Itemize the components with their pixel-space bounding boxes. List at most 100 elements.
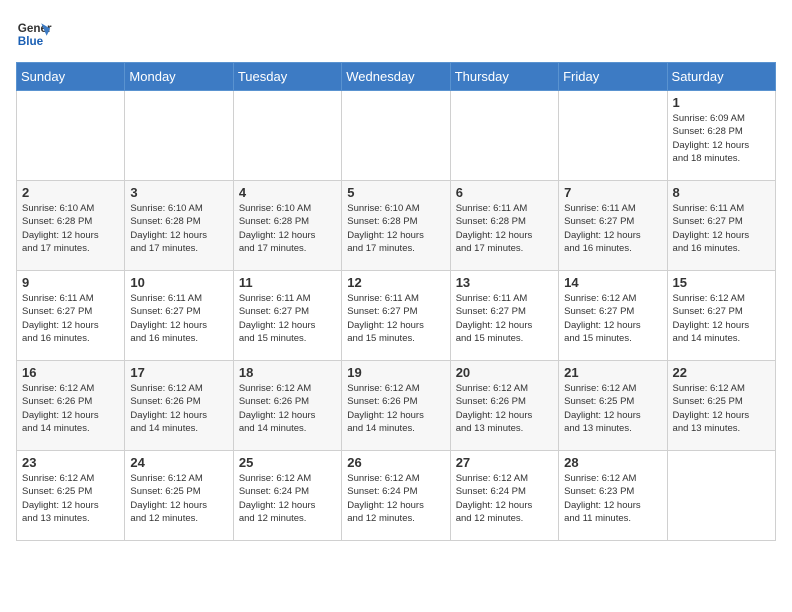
day-info: Sunrise: 6:11 AM Sunset: 6:27 PM Dayligh… bbox=[673, 202, 770, 255]
day-info: Sunrise: 6:12 AM Sunset: 6:25 PM Dayligh… bbox=[130, 472, 227, 525]
day-info: Sunrise: 6:10 AM Sunset: 6:28 PM Dayligh… bbox=[347, 202, 444, 255]
calendar-cell: 13 Sunrise: 6:11 AM Sunset: 6:27 PM Dayli… bbox=[450, 271, 558, 361]
day-info: Sunrise: 6:09 AM Sunset: 6:28 PM Dayligh… bbox=[673, 112, 770, 165]
calendar-cell: 26 Sunrise: 6:12 AM Sunset: 6:24 PM Dayli… bbox=[342, 451, 450, 541]
day-info: Sunrise: 6:12 AM Sunset: 6:26 PM Dayligh… bbox=[347, 382, 444, 435]
day-number: 11 bbox=[239, 275, 336, 290]
day-number: 20 bbox=[456, 365, 553, 380]
day-number: 26 bbox=[347, 455, 444, 470]
day-number: 6 bbox=[456, 185, 553, 200]
day-info: Sunrise: 6:12 AM Sunset: 6:25 PM Dayligh… bbox=[22, 472, 119, 525]
calendar-cell bbox=[233, 91, 341, 181]
weekday-header: Thursday bbox=[450, 63, 558, 91]
calendar-week-row: 23 Sunrise: 6:12 AM Sunset: 6:25 PM Dayli… bbox=[17, 451, 776, 541]
day-info: Sunrise: 6:12 AM Sunset: 6:24 PM Dayligh… bbox=[456, 472, 553, 525]
day-number: 10 bbox=[130, 275, 227, 290]
calendar-cell: 25Sunrise: 6:12 AM Sunset: 6:24 PM Dayli… bbox=[233, 451, 341, 541]
weekday-header: Saturday bbox=[667, 63, 775, 91]
calendar-cell: 21 Sunrise: 6:12 AM Sunset: 6:25 PM Dayli… bbox=[559, 361, 667, 451]
calendar-cell bbox=[342, 91, 450, 181]
calendar-cell: 2Sunrise: 6:10 AM Sunset: 6:28 PM Daylig… bbox=[17, 181, 125, 271]
calendar-cell: 14Sunrise: 6:12 AM Sunset: 6:27 PM Dayli… bbox=[559, 271, 667, 361]
day-info: Sunrise: 6:11 AM Sunset: 6:27 PM Dayligh… bbox=[130, 292, 227, 345]
calendar-cell bbox=[125, 91, 233, 181]
calendar-cell: 15 Sunrise: 6:12 AM Sunset: 6:27 PM Dayli… bbox=[667, 271, 775, 361]
logo: General Blue bbox=[16, 16, 56, 52]
calendar-cell bbox=[450, 91, 558, 181]
day-info: Sunrise: 6:11 AM Sunset: 6:27 PM Dayligh… bbox=[239, 292, 336, 345]
calendar-cell: 11 Sunrise: 6:11 AM Sunset: 6:27 PM Dayli… bbox=[233, 271, 341, 361]
day-info: Sunrise: 6:11 AM Sunset: 6:27 PM Dayligh… bbox=[22, 292, 119, 345]
day-number: 1 bbox=[673, 95, 770, 110]
weekday-header: Sunday bbox=[17, 63, 125, 91]
day-info: Sunrise: 6:11 AM Sunset: 6:28 PM Dayligh… bbox=[456, 202, 553, 255]
calendar-cell: 23 Sunrise: 6:12 AM Sunset: 6:25 PM Dayli… bbox=[17, 451, 125, 541]
day-number: 22 bbox=[673, 365, 770, 380]
day-info: Sunrise: 6:12 AM Sunset: 6:26 PM Dayligh… bbox=[239, 382, 336, 435]
calendar-cell: 1 Sunrise: 6:09 AM Sunset: 6:28 PM Daylig… bbox=[667, 91, 775, 181]
calendar-cell: 17Sunrise: 6:12 AM Sunset: 6:26 PM Dayli… bbox=[125, 361, 233, 451]
day-info: Sunrise: 6:12 AM Sunset: 6:24 PM Dayligh… bbox=[347, 472, 444, 525]
day-info: Sunrise: 6:10 AM Sunset: 6:28 PM Dayligh… bbox=[130, 202, 227, 255]
day-info: Sunrise: 6:10 AM Sunset: 6:28 PM Dayligh… bbox=[22, 202, 119, 255]
day-number: 21 bbox=[564, 365, 661, 380]
calendar-cell: 5 Sunrise: 6:10 AM Sunset: 6:28 PM Daylig… bbox=[342, 181, 450, 271]
calendar-cell bbox=[559, 91, 667, 181]
day-number: 7 bbox=[564, 185, 661, 200]
weekday-header: Wednesday bbox=[342, 63, 450, 91]
day-info: Sunrise: 6:12 AM Sunset: 6:23 PM Dayligh… bbox=[564, 472, 661, 525]
calendar-week-row: 9 Sunrise: 6:11 AM Sunset: 6:27 PM Daylig… bbox=[17, 271, 776, 361]
calendar-cell: 27 Sunrise: 6:12 AM Sunset: 6:24 PM Dayli… bbox=[450, 451, 558, 541]
day-number: 5 bbox=[347, 185, 444, 200]
day-info: Sunrise: 6:12 AM Sunset: 6:26 PM Dayligh… bbox=[456, 382, 553, 435]
day-number: 24 bbox=[130, 455, 227, 470]
day-number: 28 bbox=[564, 455, 661, 470]
day-number: 18 bbox=[239, 365, 336, 380]
calendar-cell: 4 Sunrise: 6:10 AM Sunset: 6:28 PM Daylig… bbox=[233, 181, 341, 271]
day-number: 14 bbox=[564, 275, 661, 290]
day-number: 27 bbox=[456, 455, 553, 470]
calendar-cell: 24 Sunrise: 6:12 AM Sunset: 6:25 PM Dayli… bbox=[125, 451, 233, 541]
calendar-cell: 6 Sunrise: 6:11 AM Sunset: 6:28 PM Daylig… bbox=[450, 181, 558, 271]
calendar-cell: 8 Sunrise: 6:11 AM Sunset: 6:27 PM Daylig… bbox=[667, 181, 775, 271]
weekday-header: Monday bbox=[125, 63, 233, 91]
day-info: Sunrise: 6:11 AM Sunset: 6:27 PM Dayligh… bbox=[347, 292, 444, 345]
day-info: Sunrise: 6:12 AM Sunset: 6:25 PM Dayligh… bbox=[673, 382, 770, 435]
calendar-cell bbox=[667, 451, 775, 541]
svg-text:Blue: Blue bbox=[18, 35, 44, 48]
calendar-cell: 9 Sunrise: 6:11 AM Sunset: 6:27 PM Daylig… bbox=[17, 271, 125, 361]
calendar-week-row: 1 Sunrise: 6:09 AM Sunset: 6:28 PM Daylig… bbox=[17, 91, 776, 181]
day-number: 3 bbox=[130, 185, 227, 200]
calendar-cell: 18 Sunrise: 6:12 AM Sunset: 6:26 PM Dayli… bbox=[233, 361, 341, 451]
calendar-week-row: 16Sunrise: 6:12 AM Sunset: 6:26 PM Dayli… bbox=[17, 361, 776, 451]
day-info: Sunrise: 6:11 AM Sunset: 6:27 PM Dayligh… bbox=[564, 202, 661, 255]
calendar-header-row: SundayMondayTuesdayWednesdayThursdayFrid… bbox=[17, 63, 776, 91]
calendar-cell: 3 Sunrise: 6:10 AM Sunset: 6:28 PM Daylig… bbox=[125, 181, 233, 271]
day-info: Sunrise: 6:12 AM Sunset: 6:24 PM Dayligh… bbox=[239, 472, 336, 525]
weekday-header: Tuesday bbox=[233, 63, 341, 91]
day-info: Sunrise: 6:10 AM Sunset: 6:28 PM Dayligh… bbox=[239, 202, 336, 255]
calendar-cell bbox=[17, 91, 125, 181]
day-info: Sunrise: 6:12 AM Sunset: 6:25 PM Dayligh… bbox=[564, 382, 661, 435]
calendar-cell: 16Sunrise: 6:12 AM Sunset: 6:26 PM Dayli… bbox=[17, 361, 125, 451]
day-number: 9 bbox=[22, 275, 119, 290]
day-number: 19 bbox=[347, 365, 444, 380]
day-number: 4 bbox=[239, 185, 336, 200]
day-info: Sunrise: 6:12 AM Sunset: 6:27 PM Dayligh… bbox=[673, 292, 770, 345]
calendar-cell: 12 Sunrise: 6:11 AM Sunset: 6:27 PM Dayli… bbox=[342, 271, 450, 361]
day-number: 15 bbox=[673, 275, 770, 290]
calendar-cell: 22 Sunrise: 6:12 AM Sunset: 6:25 PM Dayli… bbox=[667, 361, 775, 451]
calendar-cell: 20 Sunrise: 6:12 AM Sunset: 6:26 PM Dayli… bbox=[450, 361, 558, 451]
logo-icon: General Blue bbox=[16, 16, 52, 52]
day-number: 13 bbox=[456, 275, 553, 290]
day-info: Sunrise: 6:11 AM Sunset: 6:27 PM Dayligh… bbox=[456, 292, 553, 345]
page-header: General Blue bbox=[16, 16, 776, 52]
day-number: 12 bbox=[347, 275, 444, 290]
calendar: SundayMondayTuesdayWednesdayThursdayFrid… bbox=[16, 62, 776, 541]
calendar-cell: 10 Sunrise: 6:11 AM Sunset: 6:27 PM Dayli… bbox=[125, 271, 233, 361]
day-number: 8 bbox=[673, 185, 770, 200]
day-info: Sunrise: 6:12 AM Sunset: 6:26 PM Dayligh… bbox=[130, 382, 227, 435]
calendar-week-row: 2Sunrise: 6:10 AM Sunset: 6:28 PM Daylig… bbox=[17, 181, 776, 271]
calendar-cell: 19 Sunrise: 6:12 AM Sunset: 6:26 PM Dayli… bbox=[342, 361, 450, 451]
day-number: 23 bbox=[22, 455, 119, 470]
